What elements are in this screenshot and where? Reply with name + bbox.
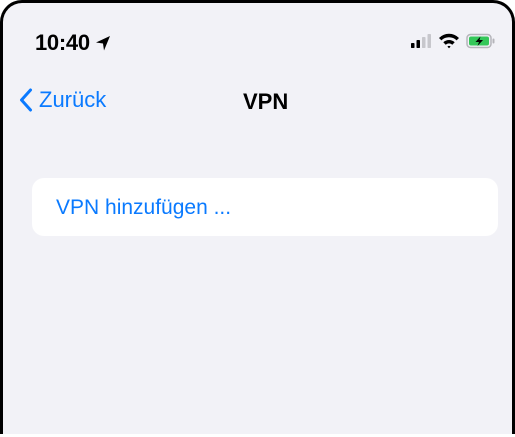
add-vpn-cell[interactable]: VPN hinzufügen ...	[32, 178, 498, 236]
add-vpn-label: VPN hinzufügen ...	[56, 196, 232, 219]
back-label: Zurück	[39, 87, 107, 112]
back-button[interactable]: Zurück	[19, 87, 106, 113]
location-arrow-icon	[94, 34, 112, 52]
status-icons	[410, 32, 496, 49]
status-time: 10:40	[35, 30, 90, 55]
cellular-signal-icon	[410, 33, 432, 49]
navigation-bar: Zurück VPN	[3, 81, 512, 121]
battery-charging-icon	[466, 33, 496, 49]
chevron-left-icon	[19, 88, 33, 112]
page-title: VPN	[243, 89, 289, 114]
time-group: 10:40	[35, 30, 112, 56]
phone-screen: 10:40 Zurück VPN VPN hinzufügen ...	[0, 0, 515, 434]
wifi-icon	[438, 32, 460, 49]
status-bar: 10:40	[3, 3, 512, 71]
